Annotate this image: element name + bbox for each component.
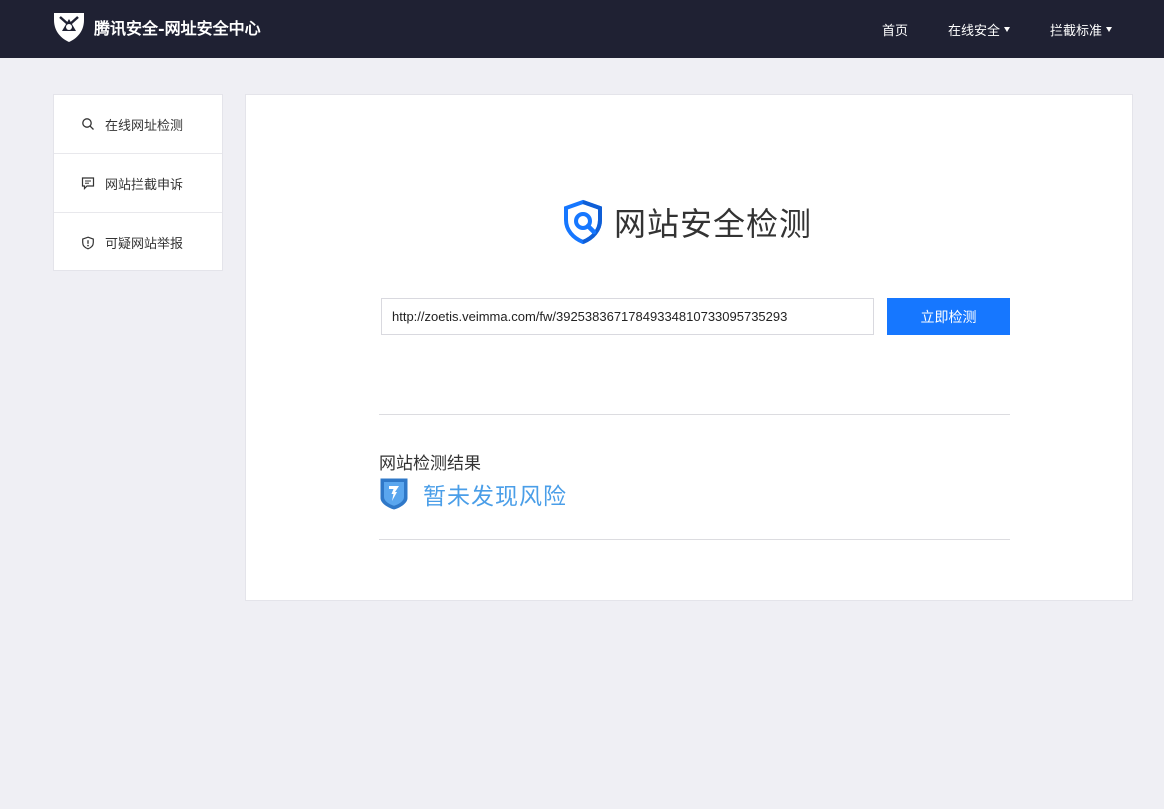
tencent-security-logo-icon bbox=[54, 13, 84, 42]
nav-block-standard-label: 拦截标准 bbox=[1049, 23, 1102, 39]
safe-shield-icon bbox=[380, 478, 408, 510]
result-text: 暂未发现风险 bbox=[423, 484, 567, 510]
shield-search-icon bbox=[564, 199, 602, 245]
page-header: 网站安全检测 bbox=[560, 199, 812, 245]
main-nav: 首页 在线安全 拦截标准 bbox=[882, 0, 1112, 58]
message-icon bbox=[81, 177, 95, 190]
main-panel: 网站安全检测 立即检测 网站检测结果 暂未发现风险 bbox=[245, 94, 1133, 601]
url-input[interactable] bbox=[381, 298, 874, 335]
divider bbox=[379, 414, 1010, 415]
brand[interactable]: 腾讯安全-网址安全中心 bbox=[52, 9, 261, 45]
shield-alert-icon bbox=[82, 236, 94, 249]
sidebar: 在线网址检测 网站拦截申诉 可疑网站举报 bbox=[53, 94, 223, 271]
search-icon bbox=[82, 118, 94, 130]
sidebar-item-label: 网站拦截申诉 bbox=[105, 177, 184, 193]
nav-online-security[interactable]: 在线安全 bbox=[948, 20, 1010, 39]
sidebar-item-appeal[interactable]: 网站拦截申诉 bbox=[54, 154, 222, 213]
brand-title: 腾讯安全-网址安全中心 bbox=[94, 19, 261, 38]
sidebar-item-url-check[interactable]: 在线网址检测 bbox=[54, 95, 222, 154]
sidebar-item-report[interactable]: 可疑网站举报 bbox=[54, 213, 222, 272]
check-now-button[interactable]: 立即检测 bbox=[887, 298, 1010, 335]
sidebar-item-label: 在线网址检测 bbox=[105, 118, 184, 134]
nav-home-label: 首页 bbox=[881, 23, 908, 39]
result-status: 暂未发现风险 bbox=[379, 477, 567, 511]
caret-down-icon bbox=[1003, 26, 1010, 32]
sidebar-item-label: 可疑网站举报 bbox=[105, 237, 184, 252]
nav-online-security-label: 在线安全 bbox=[947, 23, 1000, 39]
caret-down-icon bbox=[1106, 26, 1112, 32]
page-title: 网站安全检测 bbox=[614, 205, 813, 243]
nav-home[interactable]: 首页 bbox=[882, 20, 908, 39]
divider bbox=[379, 539, 1010, 540]
result-label: 网站检测结果 bbox=[379, 454, 481, 474]
top-navbar: 腾讯安全-网址安全中心 首页 在线安全 拦截标准 bbox=[0, 0, 1164, 58]
nav-block-standard[interactable]: 拦截标准 bbox=[1050, 20, 1112, 39]
